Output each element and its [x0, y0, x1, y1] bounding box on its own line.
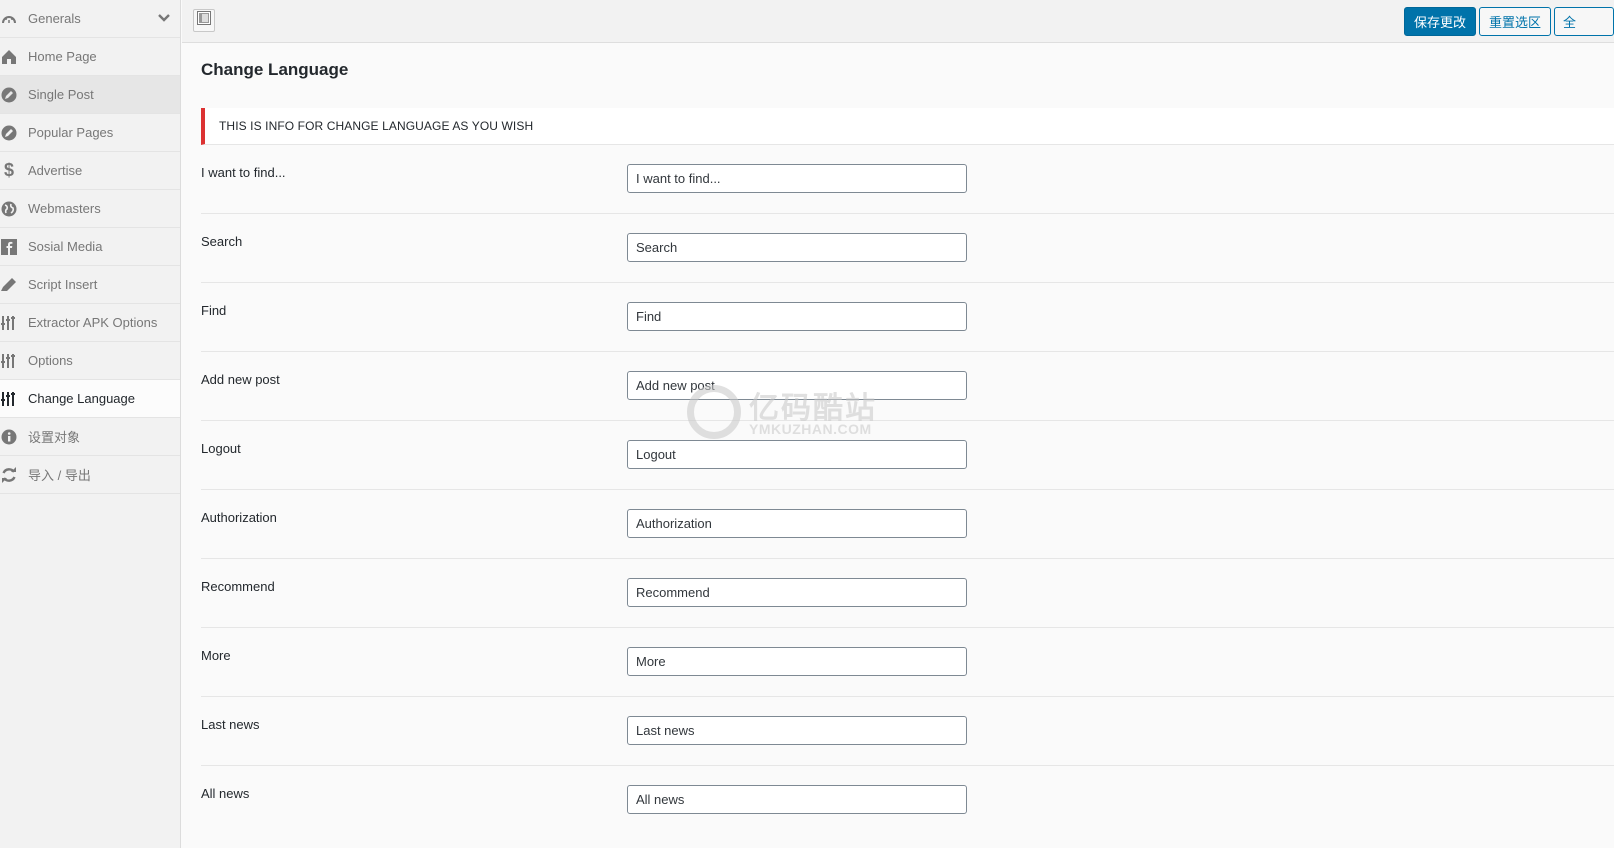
field-input-last-news[interactable]	[627, 716, 967, 745]
chevron-down-icon[interactable]	[158, 11, 170, 29]
sidebar-item-label: Extractor APK Options	[28, 315, 158, 330]
field-list: I want to find... Search Find Add new po…	[201, 145, 1614, 835]
field-row: Authorization	[201, 490, 1614, 559]
sidebar-item-webmasters[interactable]: Webmasters	[0, 190, 180, 228]
sidebar-item-label: Advertise	[28, 163, 83, 178]
facebook-icon	[0, 238, 18, 256]
field-row: More	[201, 628, 1614, 697]
field-label: Search	[201, 234, 243, 249]
field-input-all-news[interactable]	[627, 785, 967, 814]
sliders-icon	[0, 352, 18, 370]
options-panel-app: Generals Home Page Single Post Popular P…	[0, 0, 1614, 848]
field-row: Add new post	[201, 352, 1614, 421]
top-toolbar: 保存更改 重置选区 全	[182, 0, 1614, 43]
save-changes-button[interactable]: 保存更改	[1404, 7, 1476, 36]
pencil-circle-icon	[0, 86, 18, 104]
sidebar-item-single-post[interactable]: Single Post	[0, 76, 180, 114]
sidebar-item-options[interactable]: Options	[0, 342, 180, 380]
field-row: Search	[201, 214, 1614, 283]
globe-icon	[0, 200, 18, 218]
info-notice: THIS IS INFO FOR CHANGE LANGUAGE AS YOU …	[201, 108, 1614, 145]
sidebar-item-advertise[interactable]: $ Advertise	[0, 152, 180, 190]
sidebar-item-extractor-apk-options[interactable]: Extractor APK Options	[0, 304, 180, 342]
sidebar-item-settings-objects[interactable]: 设置对象	[0, 418, 180, 456]
sidebar-item-label: Home Page	[28, 49, 97, 64]
field-row: Recommend	[201, 559, 1614, 628]
sidebar-item-label: Script Insert	[28, 277, 98, 292]
layout-panel-icon	[197, 11, 211, 30]
main-content: Change Language THIS IS INFO FOR CHANGE …	[182, 44, 1614, 848]
dashboard-gauge-icon	[0, 10, 18, 28]
sidebar-item-label: 设置对象	[28, 430, 81, 445]
sliders-icon	[0, 314, 18, 332]
sidebar-item-label: Options	[28, 353, 73, 368]
field-input-add-new-post[interactable]	[627, 371, 967, 400]
sidebar-item-label: Popular Pages	[28, 125, 114, 140]
sidebar: Generals Home Page Single Post Popular P…	[0, 0, 181, 848]
field-input-more[interactable]	[627, 647, 967, 676]
page-title: Change Language	[201, 60, 349, 79]
reset-section-button[interactable]: 重置选区	[1479, 7, 1551, 36]
field-row: I want to find...	[201, 145, 1614, 214]
field-label: Add new post	[201, 372, 280, 387]
sidebar-item-sosial-media[interactable]: Sosial Media	[0, 228, 180, 266]
field-input-search[interactable]	[627, 233, 967, 262]
field-label: Find	[201, 303, 227, 318]
home-icon	[0, 48, 18, 66]
field-label: More	[201, 648, 231, 663]
pencil-circle-icon	[0, 124, 18, 142]
field-input-logout[interactable]	[627, 440, 967, 469]
sidebar-item-import-export[interactable]: 导入 / 导出	[0, 456, 180, 494]
field-label: Recommend	[201, 579, 275, 594]
field-row: Last news	[201, 697, 1614, 766]
dollar-icon: $	[3, 160, 14, 180]
sidebar-item-generals[interactable]: Generals	[0, 0, 180, 38]
field-row: Find	[201, 283, 1614, 352]
field-input-i-want-to-find[interactable]	[627, 164, 967, 193]
refresh-icon	[0, 466, 18, 484]
field-label: I want to find...	[201, 165, 286, 180]
sidebar-item-popular-pages[interactable]: Popular Pages	[0, 114, 180, 152]
sidebar-item-label: Single Post	[28, 87, 94, 102]
field-input-find[interactable]	[627, 302, 967, 331]
sidebar-item-label: Sosial Media	[28, 239, 103, 254]
field-row: All news	[201, 766, 1614, 835]
reset-all-button[interactable]: 全	[1554, 7, 1614, 36]
sidebar-item-label: Webmasters	[28, 201, 101, 216]
expand-toggle-button[interactable]	[193, 9, 215, 32]
sidebar-item-label: 导入 / 导出	[28, 468, 91, 483]
pencil-icon	[0, 276, 18, 294]
field-label: All news	[201, 786, 250, 801]
field-row: Logout	[201, 421, 1614, 490]
sidebar-item-change-language[interactable]: Change Language	[0, 380, 180, 418]
sliders-icon	[0, 390, 18, 408]
field-input-recommend[interactable]	[627, 578, 967, 607]
sidebar-item-script-insert[interactable]: Script Insert	[0, 266, 180, 304]
info-icon	[0, 428, 18, 446]
field-input-authorization[interactable]	[627, 509, 967, 538]
sidebar-item-label: Change Language	[28, 391, 135, 406]
field-label: Last news	[201, 717, 260, 732]
field-label: Logout	[201, 441, 241, 456]
sidebar-item-home-page[interactable]: Home Page	[0, 38, 180, 76]
sidebar-item-label: Generals	[28, 11, 81, 26]
field-label: Authorization	[201, 510, 277, 525]
